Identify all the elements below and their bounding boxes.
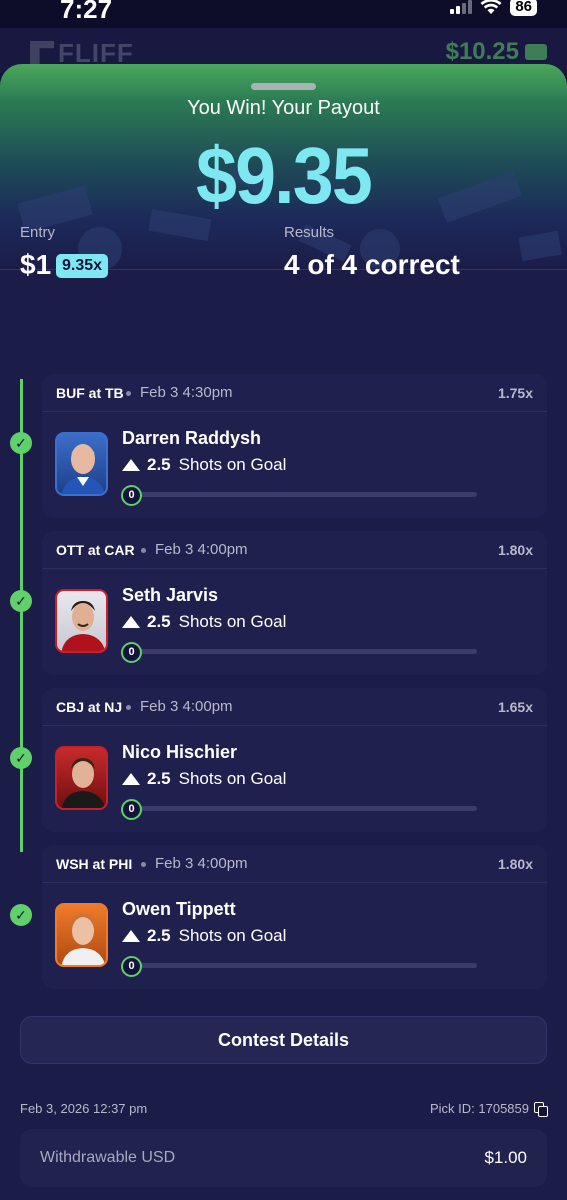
stat-type: Shots on Goal	[178, 455, 287, 474]
withdrawable-row: Withdrawable USD $1.00	[20, 1129, 547, 1187]
pick-card-header: WSH at PHI Feb 3 4:00pm 1.80x	[42, 845, 547, 883]
stat-line-value: 2.5	[147, 455, 171, 474]
balance-amount: $10.25	[445, 38, 519, 65]
balance-display[interactable]: $10.25	[446, 38, 547, 66]
pick-card-header: OTT at CAR Feb 3 4:00pm 1.80x	[42, 531, 547, 569]
pick-card[interactable]: OTT at CAR Feb 3 4:00pm 1.80x Seth Jarvi…	[42, 531, 547, 675]
status-time: 7:27	[60, 0, 113, 24]
pick-card[interactable]: CBJ at NJ Feb 3 4:00pm 1.65x Nico Hischi…	[42, 688, 547, 832]
game-time: Feb 3 4:00pm	[140, 698, 233, 715]
payout-amount: $9.35	[195, 131, 373, 220]
stat-type: Shots on Goal	[178, 926, 287, 945]
actual-stat-value: 0	[121, 642, 142, 663]
player-avatar	[55, 903, 108, 967]
entry-timestamp: Feb 3, 2026 12:37 pm	[20, 1101, 148, 1116]
withdrawable-label: Withdrawable USD	[40, 1149, 176, 1166]
pick-multiplier: 1.80x	[497, 542, 533, 558]
progress-track	[132, 649, 477, 654]
contest-details-button[interactable]: Contest Details	[20, 1016, 547, 1064]
status-icons: 86	[450, 0, 537, 16]
check-icon: ✓	[10, 590, 32, 612]
game-time: Feb 3 4:00pm	[155, 541, 248, 558]
entry-label: Entry	[20, 224, 56, 241]
copy-icon[interactable]	[534, 1101, 548, 1117]
matchup: OTT at CAR	[56, 542, 135, 558]
matchup: WSH at PHI	[56, 856, 133, 872]
payout-title: You Win! Your Payout	[187, 97, 380, 119]
stat-type: Shots on Goal	[178, 612, 287, 631]
arrow-up-icon	[122, 773, 140, 785]
pick-id-text: Pick ID: 1705859	[429, 1101, 529, 1116]
signal-icon	[450, 0, 473, 14]
check-icon: ✓	[10, 747, 32, 769]
multiplier-badge: 9.35x	[56, 254, 109, 278]
separator-dot	[126, 705, 131, 710]
player-avatar	[55, 746, 108, 810]
separator-dot	[141, 862, 146, 867]
player-avatar	[55, 589, 108, 653]
pick-card-header: BUF at TB Feb 3 4:30pm 1.75x	[42, 374, 547, 412]
pick-card-header: CBJ at NJ Feb 3 4:00pm 1.65x	[42, 688, 547, 726]
matchup: BUF at TB	[56, 385, 124, 401]
stat-line-value: 2.5	[147, 769, 171, 788]
pick-card[interactable]: WSH at PHI Feb 3 4:00pm 1.80x Owen Tippe…	[42, 845, 547, 989]
player-name: Darren Raddysh	[122, 428, 262, 448]
stat-type: Shots on Goal	[178, 769, 287, 788]
pick-multiplier: 1.65x	[497, 699, 533, 715]
actual-stat-value: 0	[121, 485, 142, 506]
check-icon: ✓	[10, 904, 32, 926]
entry-amount: $1	[20, 249, 52, 280]
stat-projection: 2.5 Shots on Goal	[122, 455, 286, 475]
arrow-up-icon	[122, 930, 140, 942]
wallet-icon	[525, 44, 547, 60]
player-name: Seth Jarvis	[122, 585, 219, 605]
withdrawable-value: $1.00	[484, 1148, 527, 1167]
wifi-icon	[480, 0, 502, 14]
battery-indicator: 86	[510, 0, 537, 16]
arrow-up-icon	[122, 459, 140, 471]
stat-projection: 2.5 Shots on Goal	[122, 612, 286, 632]
stat-line-value: 2.5	[147, 926, 171, 945]
progress-track	[132, 492, 477, 497]
brand-mark-icon	[30, 40, 54, 67]
progress-track	[132, 806, 477, 811]
player-name: Nico Hischier	[122, 742, 238, 762]
separator-dot	[141, 548, 146, 553]
check-icon: ✓	[10, 432, 32, 454]
actual-stat-value: 0	[121, 956, 142, 977]
drag-handle[interactable]	[251, 83, 316, 90]
pick-multiplier: 1.75x	[497, 385, 533, 401]
player-avatar	[55, 432, 108, 496]
stat-projection: 2.5 Shots on Goal	[122, 769, 286, 789]
separator-dot	[126, 391, 131, 396]
game-time: Feb 3 4:30pm	[140, 384, 233, 401]
progress-track	[132, 963, 477, 968]
entry-summary: Entry Results $1 9.35x 4 of 4 correct	[20, 224, 547, 294]
stat-line-value: 2.5	[147, 612, 171, 631]
player-name: Owen Tippett	[122, 899, 236, 919]
pick-id[interactable]: Pick ID: 1705859	[429, 1101, 548, 1117]
actual-stat-value: 0	[121, 799, 142, 820]
pick-card[interactable]: BUF at TB Feb 3 4:30pm 1.75x Darren Radd…	[42, 374, 547, 518]
results-value: 4 of 4 correct	[284, 249, 460, 280]
arrow-up-icon	[122, 616, 140, 628]
stat-projection: 2.5 Shots on Goal	[122, 926, 286, 946]
status-bar: 7:27 86	[0, 0, 567, 28]
matchup: CBJ at NJ	[56, 699, 123, 715]
game-time: Feb 3 4:00pm	[155, 855, 248, 872]
results-label: Results	[284, 224, 335, 241]
pick-multiplier: 1.80x	[497, 856, 533, 872]
